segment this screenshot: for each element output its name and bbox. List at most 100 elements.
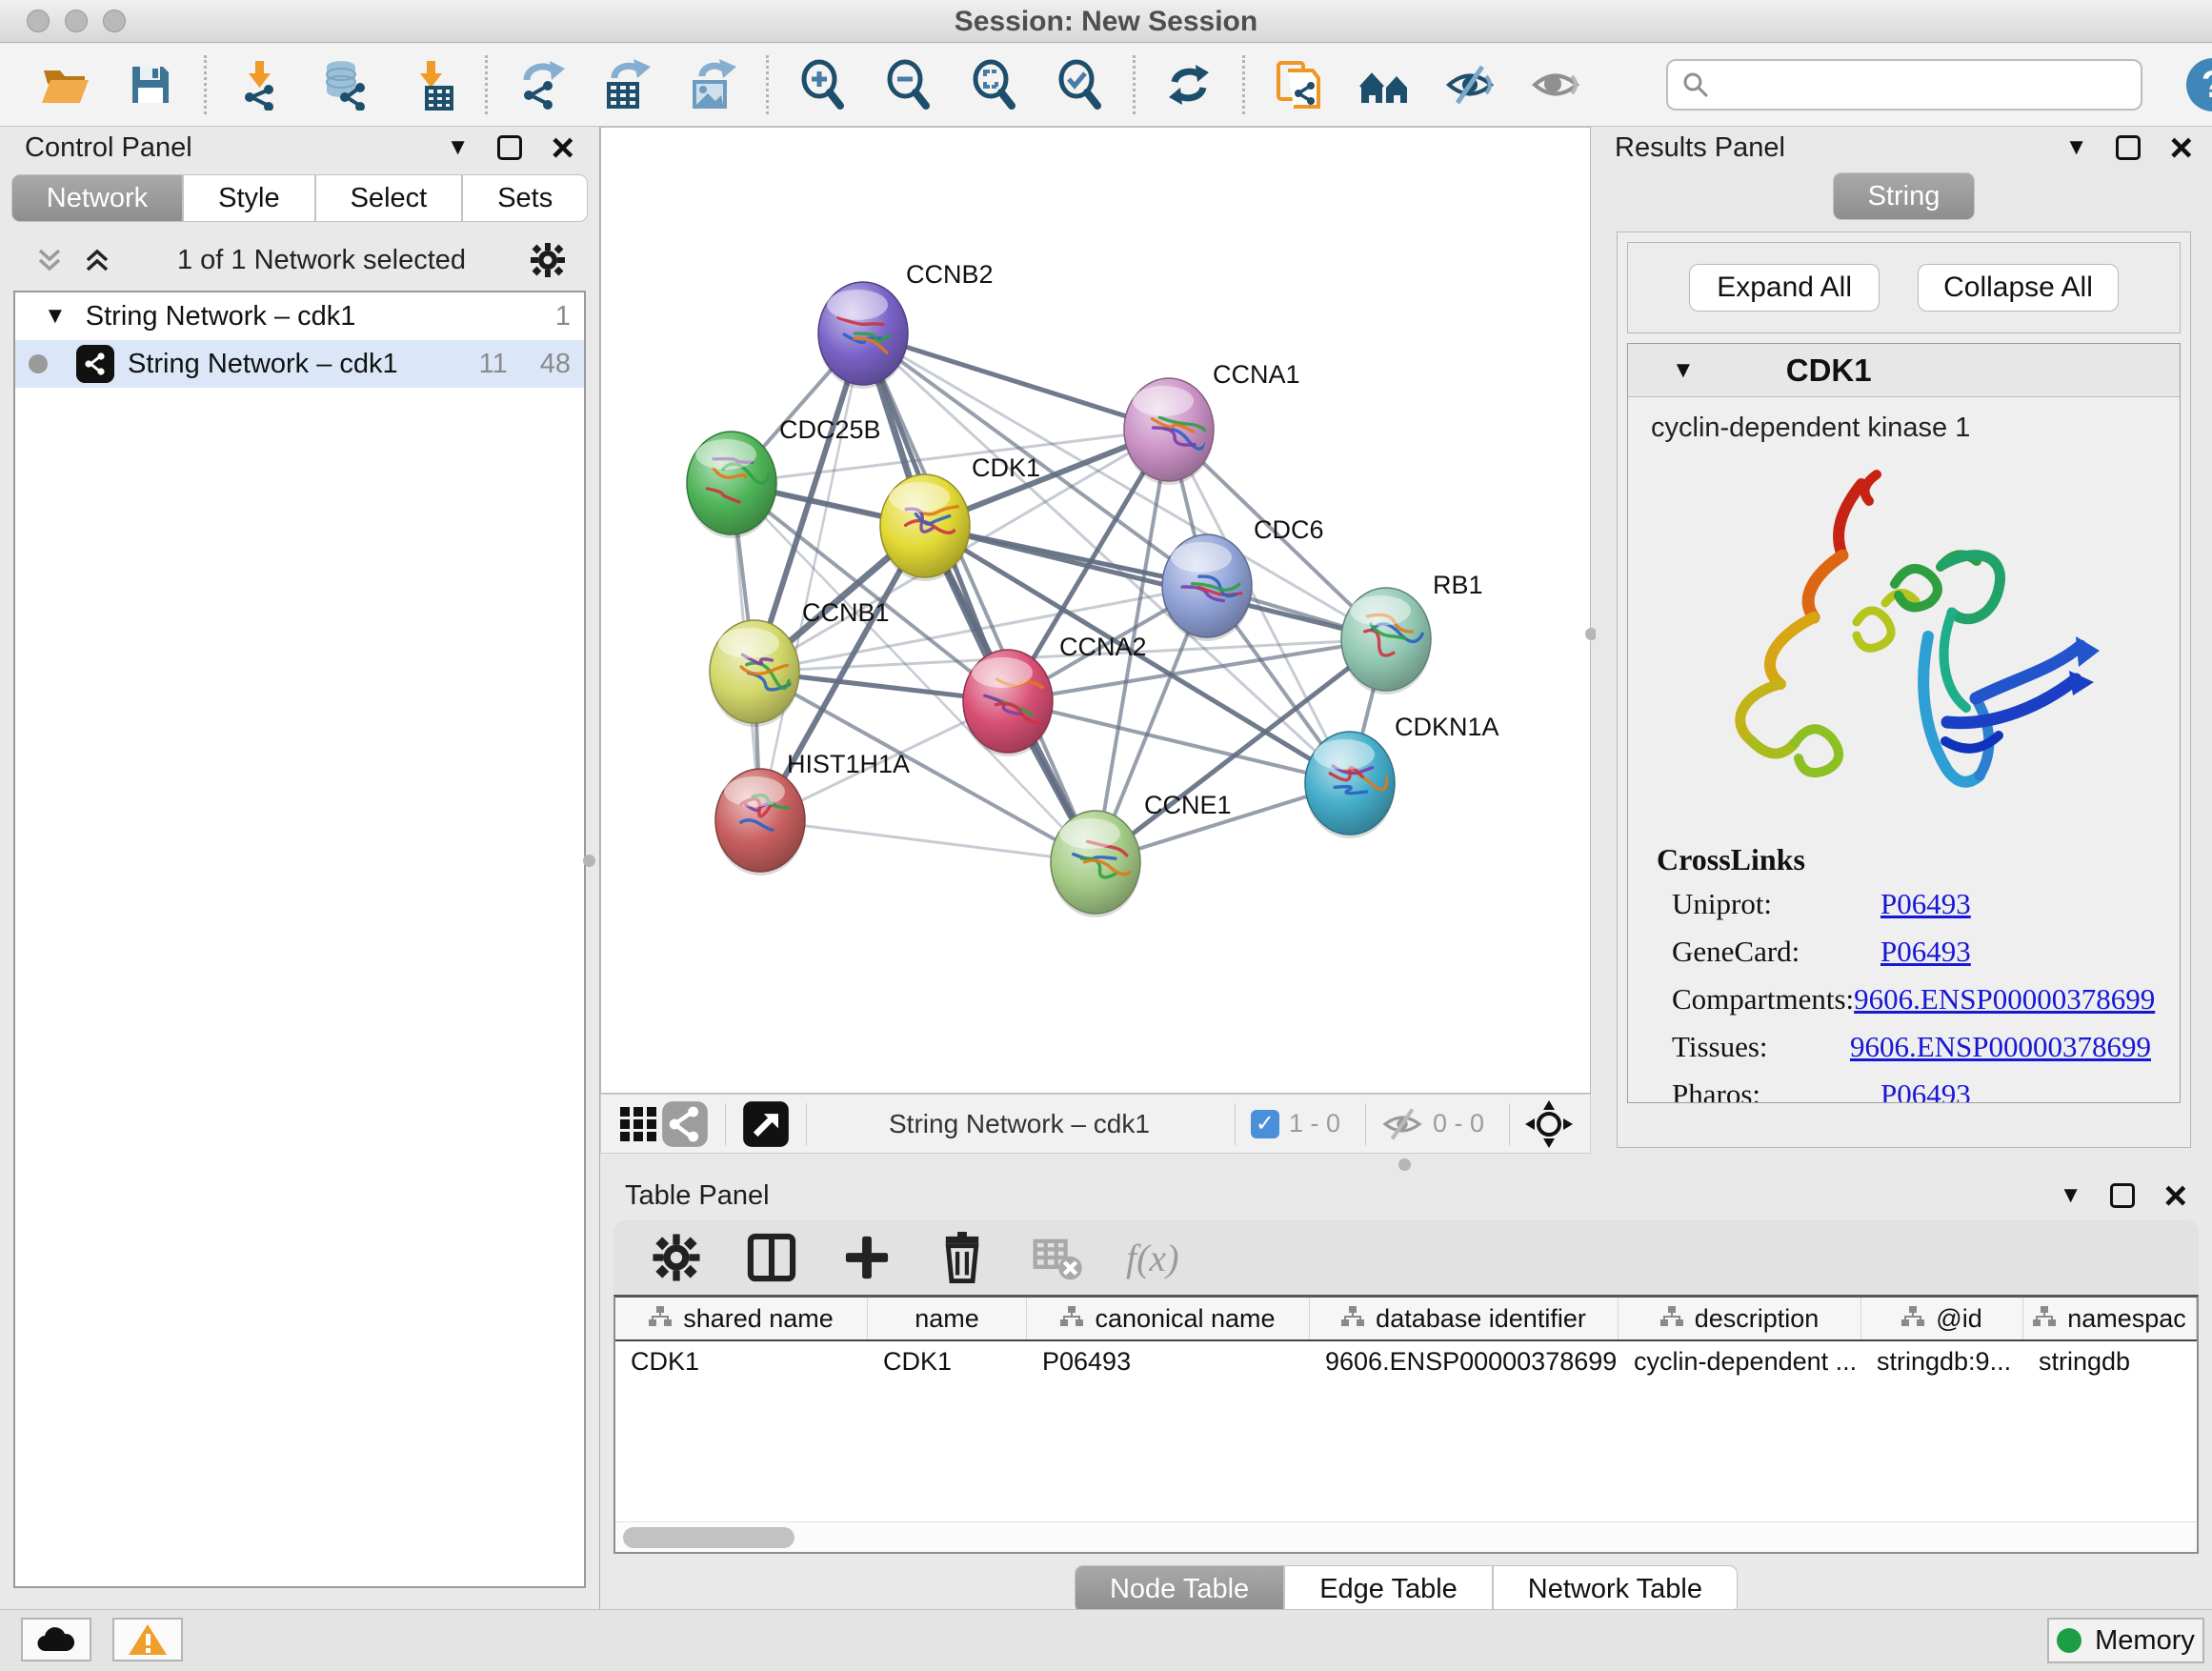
crosslink-link[interactable]: 9606.ENSP00000378699 bbox=[1854, 982, 2155, 1017]
hide-panel-eye-icon[interactable] bbox=[1443, 58, 1497, 111]
zoom-out-icon[interactable] bbox=[881, 58, 935, 111]
collapse-all-chevron-icon[interactable] bbox=[32, 243, 67, 277]
crosslink-link[interactable]: P06493 bbox=[1880, 1077, 1971, 1103]
first-neighbors-icon[interactable] bbox=[1272, 58, 1325, 111]
warnings-button[interactable] bbox=[112, 1618, 183, 1661]
expand-all-chevron-icon[interactable] bbox=[80, 243, 114, 277]
tab-style[interactable]: Style bbox=[183, 174, 314, 222]
zoom-selected-icon[interactable] bbox=[1053, 58, 1106, 111]
graph-node-CCNE1[interactable] bbox=[1051, 811, 1140, 917]
select-columns-icon[interactable] bbox=[745, 1231, 798, 1284]
search-input[interactable] bbox=[1719, 70, 2127, 100]
collection-expand-icon[interactable]: ▼ bbox=[44, 305, 67, 328]
memory-button[interactable]: Memory bbox=[2047, 1618, 2204, 1663]
show-panel-eye-icon[interactable] bbox=[1529, 58, 1582, 111]
birds-eye-crosshair-icon[interactable] bbox=[1525, 1097, 1573, 1151]
panel-close-icon[interactable]: × bbox=[2169, 135, 2193, 160]
panel-close-icon[interactable]: × bbox=[551, 135, 574, 160]
graph-node-CCNB2[interactable] bbox=[818, 282, 908, 389]
network-canvas[interactable]: CCNB2CCNA1CDC25BCDK1CDC6RB1CCNB1CCNA2CDK… bbox=[600, 127, 1591, 1094]
import-table-icon[interactable] bbox=[405, 58, 458, 111]
table-cell[interactable]: stringdb bbox=[2023, 1341, 2197, 1385]
panel-menu-icon[interactable]: ▼ bbox=[2060, 1184, 2082, 1207]
zoom-fit-icon[interactable] bbox=[967, 58, 1020, 111]
tab-network-table[interactable]: Network Table bbox=[1493, 1565, 1738, 1613]
table-cell[interactable]: CDK1 bbox=[868, 1341, 1027, 1385]
column-header-name[interactable]: name bbox=[868, 1298, 1027, 1339]
cloud-status-button[interactable] bbox=[21, 1618, 91, 1661]
scrollbar-thumb[interactable] bbox=[623, 1527, 794, 1548]
panel-close-icon[interactable]: × bbox=[2163, 1183, 2187, 1208]
protein-section-header[interactable]: ▼ CDK1 bbox=[1628, 344, 2180, 397]
horizontal-scrollbar[interactable] bbox=[615, 1521, 2197, 1552]
graph-node-RB1[interactable] bbox=[1341, 588, 1431, 695]
export-image-icon[interactable] bbox=[686, 58, 739, 111]
bottom-splitter-handle[interactable] bbox=[1398, 1158, 1411, 1171]
column-header-database-identifier[interactable]: database identifier bbox=[1310, 1298, 1619, 1339]
table-cell[interactable]: cyclin-dependent ... bbox=[1619, 1341, 1861, 1385]
table-cell[interactable]: P06493 bbox=[1027, 1341, 1310, 1385]
graph-node-CCNB1[interactable] bbox=[710, 620, 799, 727]
graph-edge-HIST1H1A-CCNE1[interactable] bbox=[760, 820, 1096, 862]
graph-node-CCNA1[interactable] bbox=[1124, 378, 1214, 485]
network-collection-row[interactable]: ▼ String Network – cdk1 1 bbox=[15, 292, 584, 340]
table-row[interactable]: CDK1CDK1P064939606.ENSP00000378699cyclin… bbox=[615, 1341, 2197, 1385]
column-header-canonical-name[interactable]: canonical name bbox=[1027, 1298, 1310, 1339]
crosslink-link[interactable]: 9606.ENSP00000378699 bbox=[1850, 1030, 2151, 1064]
network-row[interactable]: String Network – cdk1 11 48 bbox=[15, 340, 584, 388]
expand-all-button[interactable]: Expand All bbox=[1689, 264, 1880, 312]
delete-column-icon[interactable] bbox=[935, 1231, 989, 1284]
crosslink-link[interactable]: P06493 bbox=[1880, 935, 1971, 969]
crosslink-link[interactable]: P06493 bbox=[1880, 887, 1971, 921]
panel-float-icon[interactable] bbox=[2116, 135, 2141, 160]
section-collapse-icon[interactable]: ▼ bbox=[1672, 359, 1695, 382]
detach-view-icon[interactable] bbox=[741, 1097, 791, 1151]
graph-node-CCNA2[interactable] bbox=[963, 650, 1053, 756]
tab-string[interactable]: String bbox=[1833, 172, 1976, 220]
refresh-icon[interactable] bbox=[1162, 58, 1216, 111]
column-header-description[interactable]: description bbox=[1619, 1298, 1861, 1339]
open-session-icon[interactable] bbox=[38, 58, 91, 111]
tab-edge-table[interactable]: Edge Table bbox=[1284, 1565, 1493, 1613]
tab-select[interactable]: Select bbox=[315, 174, 463, 222]
network-view-mode-icon[interactable] bbox=[660, 1097, 710, 1151]
export-network-icon[interactable] bbox=[514, 58, 568, 111]
tab-node-table[interactable]: Node Table bbox=[1075, 1565, 1284, 1613]
function-builder-icon[interactable]: f(x) bbox=[1126, 1236, 1179, 1280]
panel-float-icon[interactable] bbox=[497, 135, 522, 160]
collapse-all-button[interactable]: Collapse All bbox=[1918, 264, 2119, 312]
delete-table-icon[interactable] bbox=[1031, 1231, 1084, 1284]
graph-edge-CCNB2-CCNE1[interactable] bbox=[863, 333, 1096, 862]
panel-float-icon[interactable] bbox=[2110, 1183, 2135, 1208]
selected-checkbox-icon[interactable]: ✓ bbox=[1251, 1110, 1279, 1138]
table-cell[interactable]: CDK1 bbox=[615, 1341, 868, 1385]
node-table[interactable]: shared namenamecanonical namedatabase id… bbox=[613, 1295, 2199, 1554]
table-cell[interactable]: stringdb:9... bbox=[1861, 1341, 2023, 1385]
graph-node-HIST1H1A[interactable] bbox=[715, 769, 805, 876]
graph-edge-CCNB2-CCNA1[interactable] bbox=[863, 333, 1169, 430]
import-network-file-icon[interactable] bbox=[233, 58, 287, 111]
left-splitter-handle[interactable] bbox=[583, 855, 595, 867]
panel-menu-icon[interactable]: ▼ bbox=[447, 136, 470, 159]
column-header-shared-name[interactable]: shared name bbox=[615, 1298, 868, 1339]
home-view-icon[interactable] bbox=[1357, 58, 1411, 111]
column-header-namespac[interactable]: namespac bbox=[2023, 1298, 2197, 1339]
zoom-in-icon[interactable] bbox=[795, 58, 849, 111]
search-box[interactable] bbox=[1666, 59, 2142, 111]
graph-node-CDC6[interactable] bbox=[1162, 534, 1252, 641]
add-column-icon[interactable] bbox=[840, 1231, 894, 1284]
column-header--id[interactable]: @id bbox=[1861, 1298, 2023, 1339]
hidden-eye-icon[interactable] bbox=[1381, 1097, 1423, 1151]
graph-node-CDK1[interactable] bbox=[880, 474, 970, 581]
export-table-icon[interactable] bbox=[600, 58, 654, 111]
panel-menu-icon[interactable]: ▼ bbox=[2065, 136, 2088, 159]
tab-network[interactable]: Network bbox=[11, 174, 183, 222]
grid-view-icon[interactable] bbox=[618, 1097, 660, 1151]
save-session-icon[interactable] bbox=[124, 58, 177, 111]
graph-node-CDC25B[interactable] bbox=[687, 432, 776, 538]
import-network-database-icon[interactable] bbox=[319, 58, 372, 111]
table-cell[interactable]: 9606.ENSP00000378699 bbox=[1310, 1341, 1619, 1385]
help-icon[interactable]: ? bbox=[2186, 58, 2212, 111]
network-options-gear-icon[interactable] bbox=[529, 241, 567, 279]
table-options-gear-icon[interactable] bbox=[650, 1231, 703, 1284]
